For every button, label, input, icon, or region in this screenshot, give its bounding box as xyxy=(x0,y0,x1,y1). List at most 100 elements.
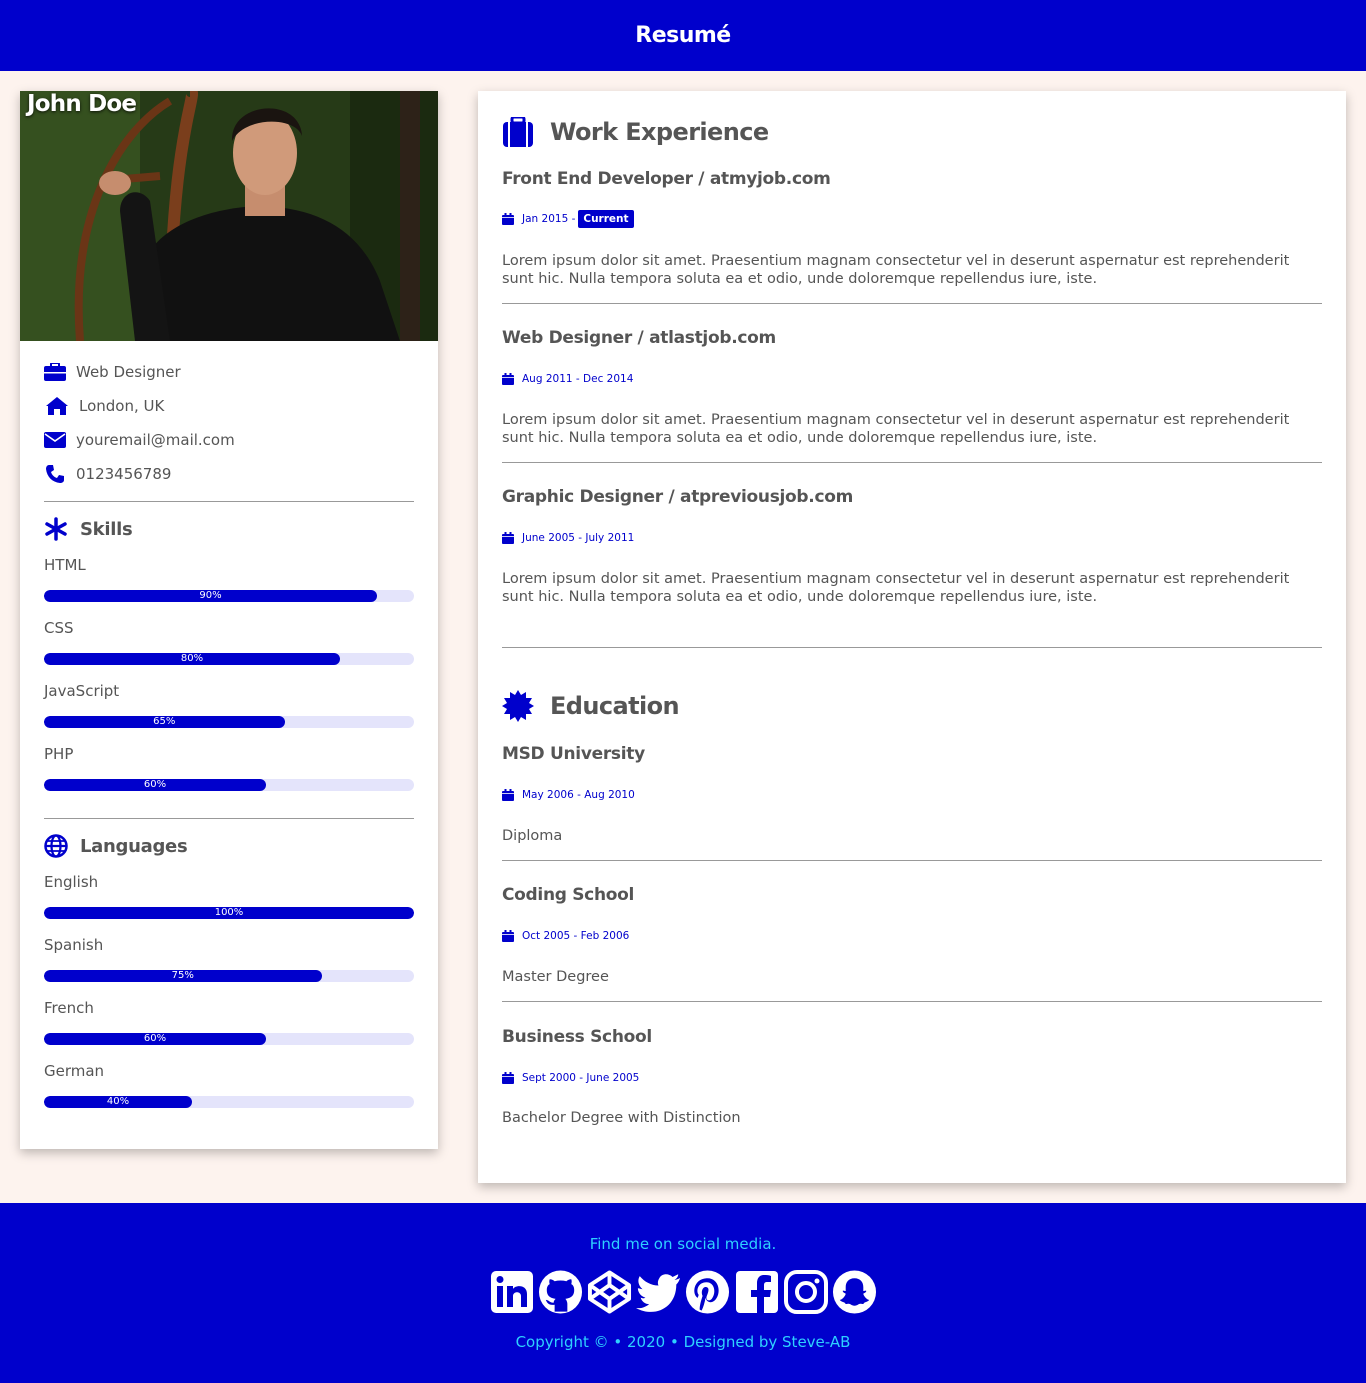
calendar-icon xyxy=(502,213,514,225)
language-bar: 60% xyxy=(44,1033,414,1045)
current-badge: Current xyxy=(578,210,634,228)
work-entry-date-text: June 2005 - July 2011 xyxy=(522,532,635,544)
language-bar-fill: 75% xyxy=(44,970,322,982)
info-job: Web Designer xyxy=(44,362,181,382)
work-entry-date: Aug 2011 - Dec 2014 xyxy=(502,373,633,385)
info-email: youremail@mail.com xyxy=(44,430,235,450)
work-entry-desc: Lorem ipsum dolor sit amet. Praesentium … xyxy=(502,253,1290,287)
facebook-icon[interactable] xyxy=(734,1269,779,1315)
education-entry-date: Sept 2000 - June 2005 xyxy=(502,1072,639,1084)
language-label: French xyxy=(44,999,94,1017)
asterisk-icon xyxy=(44,517,68,541)
calendar-icon xyxy=(502,930,514,942)
divider xyxy=(502,462,1322,463)
info-location-text: London, UK xyxy=(79,397,165,415)
page-title: Resumé xyxy=(635,23,731,48)
skill-label: CSS xyxy=(44,619,74,637)
skill-bar: 65% xyxy=(44,716,414,728)
footer: Find me on social media. Copyright © • 2… xyxy=(0,1203,1366,1383)
github-icon[interactable] xyxy=(538,1269,583,1315)
certificate-icon xyxy=(502,690,534,722)
info-job-text: Web Designer xyxy=(76,363,181,381)
skills-heading: Skills xyxy=(44,517,133,541)
social-caption: Find me on social media. xyxy=(589,1235,777,1253)
info-phone: 0123456789 xyxy=(44,464,171,484)
education-entry-title: Coding School xyxy=(502,885,635,905)
experience-card: Work Experience Front End Developer / at… xyxy=(478,91,1346,1183)
calendar-icon xyxy=(502,532,514,544)
calendar-icon xyxy=(502,373,514,385)
briefcase-icon xyxy=(44,362,66,382)
twitter-icon[interactable] xyxy=(636,1269,681,1315)
skill-bar: 80% xyxy=(44,653,414,665)
language-label: Spanish xyxy=(44,936,104,954)
work-entry-title: Web Designer / atlastjob.com xyxy=(502,328,776,348)
globe-icon xyxy=(44,834,68,858)
divider xyxy=(502,303,1322,304)
info-location: London, UK xyxy=(44,396,164,416)
work-entry-desc: Lorem ipsum dolor sit amet. Praesentium … xyxy=(502,571,1290,605)
info-phone-text: 0123456789 xyxy=(76,465,172,483)
skill-bar: 60% xyxy=(44,779,414,791)
phone-icon xyxy=(44,464,66,484)
pinterest-icon[interactable] xyxy=(685,1269,730,1315)
divider xyxy=(502,1001,1322,1002)
envelope-icon xyxy=(44,430,66,450)
skill-label: JavaScript xyxy=(44,682,120,700)
copyright-text: Copyright © • 2020 • Designed by Steve-A… xyxy=(515,1333,851,1351)
education-entry-date: Oct 2005 - Feb 2006 xyxy=(502,930,629,942)
work-entry-date-text: Aug 2011 - Dec 2014 xyxy=(522,373,634,385)
divider xyxy=(44,818,414,819)
profile-card: John Doe Web Designer London, UK yourema… xyxy=(20,91,438,1149)
skill-bar-fill: 80% xyxy=(44,653,340,665)
language-bar: 100% xyxy=(44,907,414,919)
profile-name: John Doe xyxy=(27,91,137,117)
education-entry-title: Business School xyxy=(502,1027,652,1047)
education-entry-desc: Master Degree xyxy=(502,969,609,985)
languages-heading: Languages xyxy=(44,834,188,858)
profile-photo: John Doe xyxy=(20,91,438,341)
snapchat-icon[interactable] xyxy=(832,1269,877,1315)
education-entry-date-text: Oct 2005 - Feb 2006 xyxy=(522,930,630,942)
language-bar-fill: 100% xyxy=(44,907,414,919)
social-links xyxy=(0,1269,1366,1315)
work-entry-date: Jan 2015 - Current xyxy=(502,210,634,228)
linkedin-icon[interactable] xyxy=(489,1269,534,1315)
skill-label: HTML xyxy=(44,556,86,574)
language-bar-fill: 40% xyxy=(44,1096,192,1108)
education-entry-desc: Diploma xyxy=(502,828,563,844)
skill-bar: 90% xyxy=(44,590,414,602)
work-heading: Work Experience xyxy=(502,117,769,147)
work-title: Work Experience xyxy=(550,118,769,146)
education-entry-desc: Bachelor Degree with Distinction xyxy=(502,1110,741,1126)
language-bar: 75% xyxy=(44,970,414,982)
skills-title: Skills xyxy=(80,518,133,540)
education-title: Education xyxy=(550,692,680,720)
codepen-icon[interactable] xyxy=(587,1269,632,1315)
language-label: English xyxy=(44,873,99,891)
instagram-icon[interactable] xyxy=(783,1269,828,1315)
info-email-link[interactable]: youremail@mail.com xyxy=(76,431,235,449)
divider xyxy=(44,501,414,502)
education-entry-date: May 2006 - Aug 2010 xyxy=(502,789,635,801)
divider xyxy=(502,647,1322,648)
calendar-icon xyxy=(502,1072,514,1084)
work-entry-date-text: Jan 2015 - xyxy=(522,213,576,225)
work-entry-date: June 2005 - July 2011 xyxy=(502,532,634,544)
education-entry-title: MSD University xyxy=(502,744,645,764)
skill-bar-fill: 90% xyxy=(44,590,377,602)
suitcase-icon xyxy=(502,117,534,147)
language-bar-fill: 60% xyxy=(44,1033,266,1045)
education-heading: Education xyxy=(502,690,680,722)
skill-bar-fill: 60% xyxy=(44,779,266,791)
calendar-icon xyxy=(502,789,514,801)
language-label: German xyxy=(44,1062,105,1080)
education-entry-date-text: May 2006 - Aug 2010 xyxy=(522,789,635,801)
home-icon xyxy=(44,396,69,416)
languages-title: Languages xyxy=(80,835,188,857)
skill-label: PHP xyxy=(44,745,74,763)
divider xyxy=(502,860,1322,861)
work-entry-title: Graphic Designer / atpreviousjob.com xyxy=(502,487,854,507)
top-header: Resumé xyxy=(0,0,1366,71)
work-entry-desc: Lorem ipsum dolor sit amet. Praesentium … xyxy=(502,412,1290,446)
